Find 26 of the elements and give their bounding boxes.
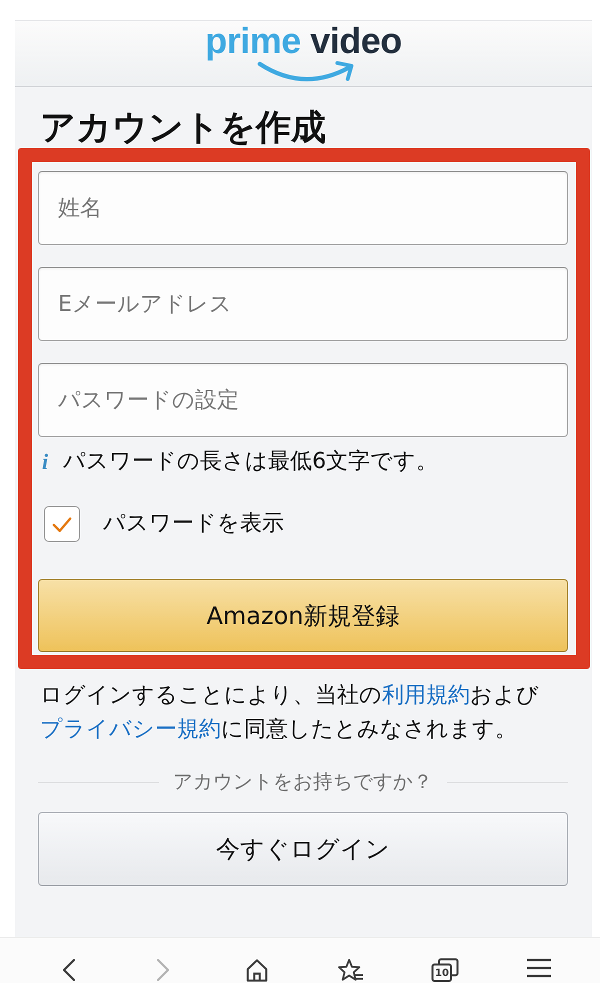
star-list-icon [337,958,365,982]
checkbox-label[interactable]: パスワードを表示 [103,509,284,539]
bookmarks-button[interactable] [337,958,365,982]
input-field[interactable]: パスワードの設定 [38,363,568,437]
input-field[interactable]: Eメールアドレス [38,267,568,341]
hint-text: パスワードの長さは最低6文字です。 [63,448,438,476]
policy-link[interactable]: 利用規約 [382,683,470,708]
login-button[interactable]: 今すぐログイン [38,812,568,886]
check-icon [52,516,72,532]
agreement-text: ログインすることにより、当社の利用規約および プライバシー規約に同意したとみなされます。 [40,682,540,744]
home-button[interactable] [245,958,269,982]
policy-link[interactable]: プライバシー規約 [40,717,221,742]
tabs-button[interactable]: 10 [431,958,459,982]
menu-icon [526,958,552,978]
chevron-left-icon [62,958,76,982]
page-title: アカウントを作成 [40,108,327,148]
account-prompt-text: アカウントをお持ちですか？ [173,769,433,795]
back-button[interactable] [62,958,76,982]
register-button[interactable]: Amazon新規登録 [38,579,568,652]
checkbox[interactable] [44,506,80,542]
input-field[interactable]: 姓名 [38,171,568,245]
logo-text: prime video [205,22,402,60]
home-icon [245,958,269,982]
menu-button[interactable] [526,958,552,978]
chevron-right-icon [156,958,170,982]
info-icon: i [42,449,48,475]
